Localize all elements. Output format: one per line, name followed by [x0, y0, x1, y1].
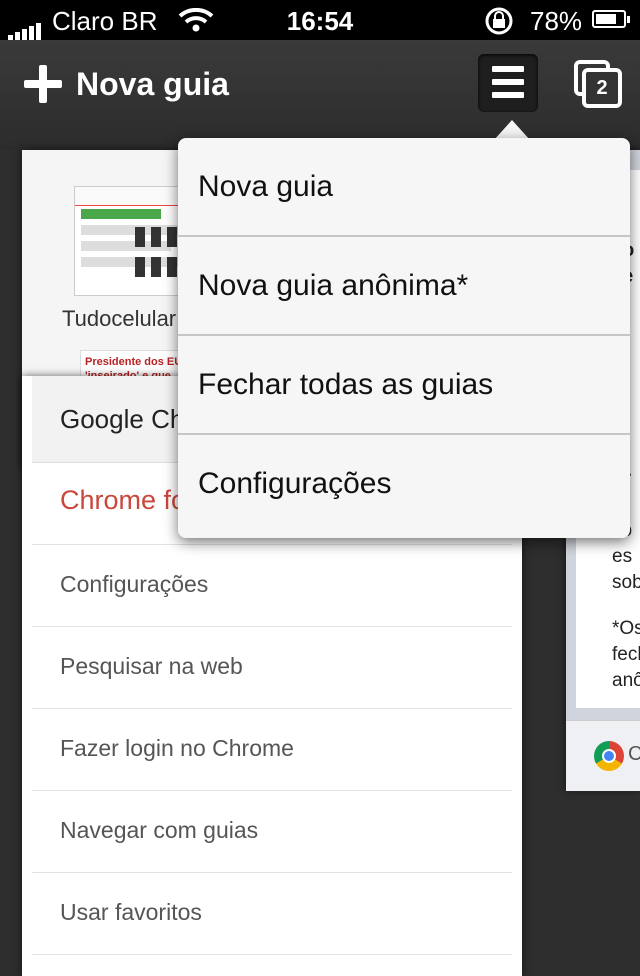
- menu-popover-arrow: [494, 120, 530, 140]
- new-tab-label: Nova guia: [76, 65, 229, 102]
- menu-icon: [492, 66, 524, 100]
- list-item: Configurações: [32, 545, 512, 627]
- card-text-line: anôn: [612, 670, 640, 691]
- list-item-label: Configurações: [60, 571, 209, 597]
- status-bar: Claro BR 16:54 78%: [0, 0, 640, 43]
- list-item: Usar favoritos: [32, 873, 512, 955]
- battery-icon: [592, 10, 630, 28]
- list-item-label: Navegar com guias: [60, 817, 259, 843]
- menu-button[interactable]: [478, 54, 538, 112]
- tab-card-title: Tudocelular: [62, 306, 177, 331]
- tab-switcher-button[interactable]: 2: [568, 58, 624, 112]
- rotation-lock-icon: [483, 6, 517, 43]
- list-item-label: Usar favoritos: [60, 899, 202, 925]
- menu-item-label: Fechar todas as guias: [198, 368, 494, 401]
- menu-item-settings[interactable]: Configurações: [178, 435, 630, 534]
- tabs-icon: 2: [574, 60, 622, 108]
- battery-percentage: 78%: [530, 6, 583, 36]
- list-item-label: Fazer login no Chrome: [60, 735, 294, 761]
- tab-card-header-text: Google Ch: [60, 404, 185, 434]
- menu-item-label: Nova guia: [198, 170, 334, 203]
- tab-card-footer-text: C: [628, 743, 640, 765]
- tab-card-footer: C: [566, 720, 640, 791]
- menu-item-new-incognito-tab[interactable]: Nova guia anônima*: [178, 237, 630, 336]
- menu-item-label: Configurações: [198, 467, 392, 500]
- card-text-line: fecha: [612, 644, 640, 665]
- list-item-label: Pesquisar na web: [60, 653, 243, 679]
- menu-popover: Nova guia Nova guia anônima* Fechar toda…: [178, 138, 630, 538]
- card-text-line: es: [612, 546, 633, 567]
- chrome-logo-icon: [594, 741, 624, 771]
- new-tab-button[interactable]: Nova guia: [24, 62, 229, 106]
- card-text-line: *Os: [612, 618, 640, 639]
- menu-item-label: Nova guia anônima*: [198, 269, 469, 302]
- list-item: Fazer login no Chrome: [32, 709, 512, 791]
- toolbar: Nova guia 2: [0, 40, 640, 150]
- list-item: Navegar com guias: [32, 791, 512, 873]
- menu-item-close-all-tabs[interactable]: Fechar todas as guias: [178, 336, 630, 435]
- plus-icon: [24, 65, 62, 103]
- card-text-line: sobr: [612, 572, 640, 593]
- list-item-label: Chrome fo: [60, 485, 187, 515]
- tab-count: 2: [582, 68, 622, 108]
- menu-item-new-tab[interactable]: Nova guia: [178, 138, 630, 237]
- list-item: Pesquisar na web: [32, 627, 512, 709]
